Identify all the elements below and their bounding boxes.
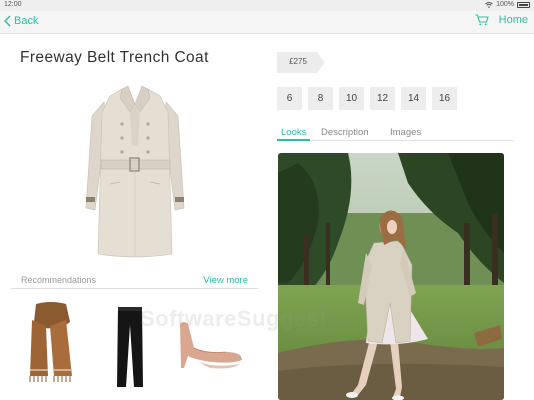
recommendation-item-scarf[interactable] bbox=[26, 300, 76, 389]
status-time: 12:00 bbox=[4, 1, 22, 8]
product-image[interactable] bbox=[80, 84, 190, 260]
chevron-left-icon bbox=[4, 15, 11, 27]
status-bar: 12:00 100% bbox=[0, 0, 534, 11]
size-option[interactable]: 14 bbox=[401, 87, 426, 110]
battery-percent: 100% bbox=[496, 1, 514, 8]
home-nav: Home bbox=[475, 14, 528, 26]
tab-description[interactable]: Description bbox=[321, 127, 369, 138]
size-option[interactable]: 6 bbox=[277, 87, 302, 110]
size-selector: 6 8 10 12 14 16 bbox=[277, 87, 457, 110]
recommendations-label: Recommendations bbox=[21, 275, 97, 285]
nav-bar: Back Home bbox=[0, 11, 534, 34]
tab-looks[interactable]: Looks bbox=[281, 127, 306, 138]
status-indicators: 100% bbox=[485, 1, 530, 8]
price-value: £275 bbox=[289, 57, 307, 66]
back-label: Back bbox=[14, 15, 39, 27]
size-option[interactable]: 10 bbox=[339, 87, 364, 110]
active-tab-indicator bbox=[277, 139, 310, 141]
recommendations-header: Recommendations View more bbox=[11, 274, 258, 289]
watermark: SoftwareSuggest bbox=[140, 306, 328, 331]
look-photo[interactable] bbox=[278, 153, 504, 400]
wifi-icon bbox=[485, 1, 493, 8]
size-option[interactable]: 16 bbox=[432, 87, 457, 110]
cart-icon[interactable] bbox=[475, 14, 489, 26]
tab-images[interactable]: Images bbox=[390, 127, 421, 138]
price-tag: £275 bbox=[277, 52, 325, 73]
detail-tabs: Looks Description Images bbox=[277, 127, 514, 141]
back-button[interactable]: Back bbox=[4, 15, 38, 27]
view-more-link[interactable]: View more bbox=[203, 275, 248, 286]
size-option[interactable]: 8 bbox=[308, 87, 333, 110]
product-title: Freeway Belt Trench Coat bbox=[20, 49, 209, 66]
battery-icon bbox=[517, 1, 530, 8]
size-option[interactable]: 12 bbox=[370, 87, 395, 110]
home-button[interactable]: Home bbox=[499, 14, 528, 26]
